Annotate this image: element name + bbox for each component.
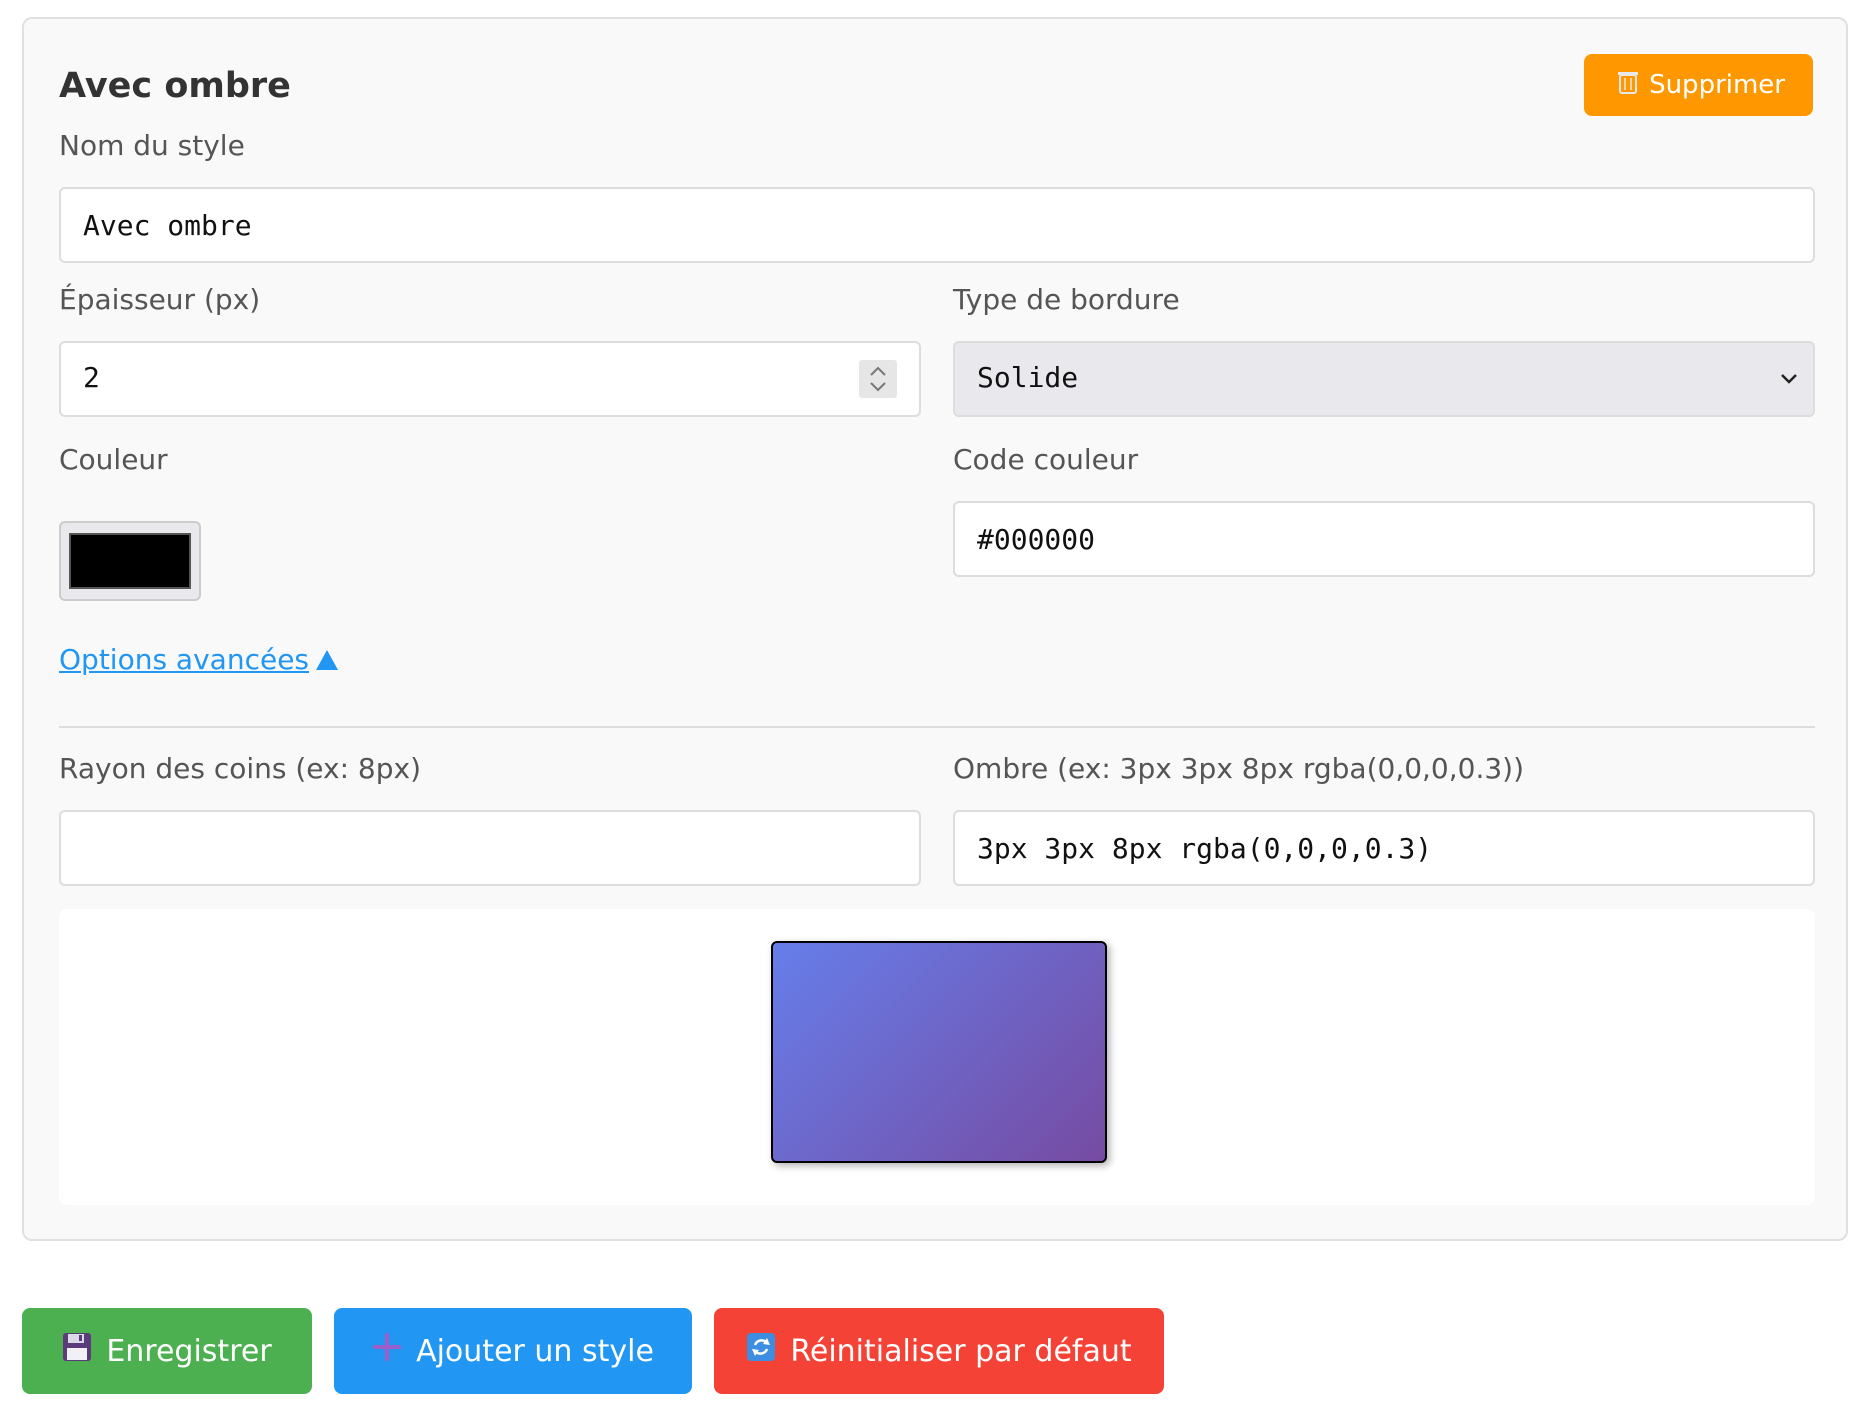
- divider: [59, 726, 1815, 728]
- trash-icon: [1617, 70, 1639, 100]
- radius-input[interactable]: [59, 810, 921, 886]
- preview-area: [59, 909, 1815, 1205]
- style-preview-box: [771, 941, 1107, 1163]
- thickness-stepper[interactable]: [859, 360, 897, 398]
- add-style-button-label: Ajouter un style: [416, 1333, 654, 1369]
- color-picker[interactable]: [59, 521, 201, 601]
- thickness-value: 2: [83, 361, 100, 394]
- border-type-field-label: Type de bordure: [953, 283, 1180, 316]
- style-card-title: Avec ombre: [59, 66, 291, 106]
- plus-icon: [372, 1332, 402, 1370]
- refresh-icon: [746, 1332, 776, 1370]
- color-code-input[interactable]: [953, 501, 1815, 577]
- style-card: Avec ombre Supprimer Nom du style Épaiss…: [22, 17, 1848, 1241]
- border-type-selected: Solide: [977, 361, 1079, 394]
- radius-field-label: Rayon des coins (ex: 8px): [59, 752, 422, 785]
- color-field-label: Couleur: [59, 443, 168, 476]
- delete-button-label: Supprimer: [1649, 70, 1785, 100]
- style-name-input[interactable]: [59, 187, 1815, 263]
- chevron-down-icon: [1781, 374, 1797, 384]
- advanced-options-toggle[interactable]: Options avancées: [59, 643, 339, 676]
- stepper-arrows-icon: [870, 366, 886, 392]
- color-swatch: [69, 533, 191, 589]
- floppy-disk-icon: [62, 1332, 92, 1370]
- shadow-input[interactable]: [953, 810, 1815, 886]
- delete-button[interactable]: Supprimer: [1584, 54, 1813, 116]
- reset-defaults-button[interactable]: Réinitialiser par défaut: [714, 1308, 1164, 1394]
- triangle-up-icon: [316, 649, 339, 670]
- save-button-label: Enregistrer: [106, 1333, 272, 1369]
- advanced-options-label: Options avancées: [59, 643, 310, 676]
- reset-defaults-button-label: Réinitialiser par défaut: [790, 1333, 1132, 1369]
- border-type-select[interactable]: Solide: [953, 341, 1815, 417]
- thickness-input[interactable]: 2: [59, 341, 921, 417]
- save-button[interactable]: Enregistrer: [22, 1308, 312, 1394]
- add-style-button[interactable]: Ajouter un style: [334, 1308, 692, 1394]
- thickness-field-label: Épaisseur (px): [59, 283, 261, 316]
- name-field-label: Nom du style: [59, 129, 245, 162]
- shadow-field-label: Ombre (ex: 3px 3px 8px rgba(0,0,0,0.3)): [953, 752, 1525, 785]
- color-code-field-label: Code couleur: [953, 443, 1139, 476]
